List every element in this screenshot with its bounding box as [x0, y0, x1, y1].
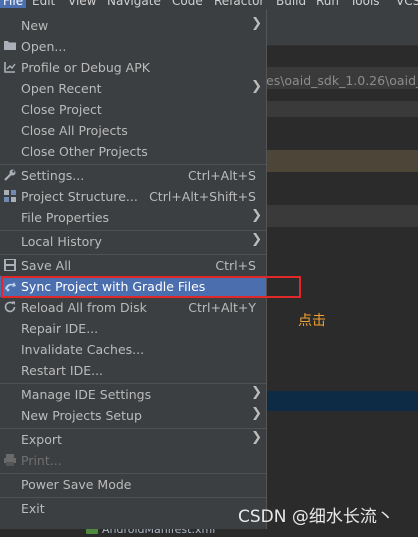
menu-item-invalidate-caches[interactable]: Invalidate Caches... [0, 339, 266, 360]
file-menu: New ❯ Open... Profile or Debug APK Open … [0, 9, 267, 529]
menu-item-file-properties[interactable]: File Properties ❯ [0, 207, 266, 228]
editor-row [266, 205, 418, 227]
menu-item-label: Save All [21, 258, 72, 273]
menu-item-shortcut: Ctrl+S [215, 258, 256, 273]
menu-item-print[interactable]: Print... [0, 450, 266, 471]
menu-item-local-history[interactable]: Local History ❯ [0, 231, 266, 252]
menu-item-close-all-projects[interactable]: Close All Projects [0, 120, 266, 141]
editor-path-text: es\oaid_sdk_1.0.26\oaid_s [266, 73, 418, 88]
menu-item-profile-apk[interactable]: Profile or Debug APK [0, 57, 266, 78]
menubar-view[interactable]: View [68, 0, 96, 8]
chevron-right-icon: ❯ [251, 208, 262, 223]
watermark: CSDN @细水长流丶 [238, 507, 394, 527]
editor-divider [266, 45, 418, 46]
reload-icon [3, 300, 17, 314]
menu-item-exit[interactable]: Exit [0, 498, 266, 519]
menu-item-save-all[interactable]: Save All Ctrl+S [0, 255, 266, 276]
menu-item-label: Open... [21, 39, 67, 54]
print-icon [3, 453, 17, 467]
menu-item-power-save[interactable]: Power Save Mode [0, 474, 266, 495]
menu-item-label: Profile or Debug APK [21, 60, 150, 75]
menu-item-label: Invalidate Caches... [21, 342, 145, 357]
menu-item-label: Open Recent [21, 81, 102, 96]
menu-item-manage-ide-settings[interactable]: Manage IDE Settings ❯ [0, 384, 266, 405]
menubar-code[interactable]: Code [172, 0, 203, 8]
menu-item-close-project[interactable]: Close Project [0, 99, 266, 120]
menubar-navigate[interactable]: Navigate [107, 0, 161, 8]
menubar-refactor[interactable]: Refactor [214, 0, 264, 8]
menu-item-close-other-projects[interactable]: Close Other Projects [0, 141, 266, 162]
menubar-vcs[interactable]: VCS [396, 0, 418, 8]
menu-item-label: New [21, 18, 49, 33]
menu-item-label: New Projects Setup [21, 408, 142, 423]
menu-item-shortcut: Ctrl+Alt+Shift+S [149, 189, 256, 204]
menu-item-label: Restart IDE... [21, 363, 104, 378]
menu-item-repair-ide[interactable]: Repair IDE... [0, 318, 266, 339]
menu-item-label: Close Other Projects [21, 144, 148, 159]
menu-item-export[interactable]: Export ❯ [0, 429, 266, 450]
menu-item-settings[interactable]: Settings... Ctrl+Alt+S [0, 165, 266, 186]
menu-item-label: Exit [21, 501, 45, 516]
menu-item-new-projects-setup[interactable]: New Projects Setup ❯ [0, 405, 266, 426]
editor-selected-row [266, 391, 418, 411]
chevron-right-icon: ❯ [251, 385, 262, 400]
menubar: File Edit View Navigate Code Refactor Bu… [0, 0, 418, 9]
chevron-right-icon: ❯ [251, 406, 262, 421]
folder-icon [3, 39, 17, 53]
chevron-right-icon: ❯ [251, 430, 262, 445]
menu-item-label: Export [21, 432, 62, 447]
chevron-right-icon: ❯ [251, 79, 262, 94]
menu-item-label: File Properties [21, 210, 110, 225]
project-structure-icon [3, 189, 17, 203]
menu-item-project-structure[interactable]: Project Structure... Ctrl+Alt+Shift+S [0, 186, 266, 207]
editor-warning-row [266, 150, 418, 172]
chevron-right-icon: ❯ [251, 16, 262, 31]
wrench-icon [3, 168, 17, 182]
editor-area: es\oaid_sdk_1.0.26\oaid_s AndroidManifes… [86, 9, 418, 536]
menu-item-label: Reload All from Disk [21, 300, 147, 315]
menu-item-open-recent[interactable]: Open Recent ❯ [0, 78, 266, 99]
menu-item-restart-ide[interactable]: Restart IDE... [0, 360, 266, 381]
chevron-right-icon: ❯ [251, 232, 262, 247]
annotation-click-label: 点击 [298, 313, 326, 329]
highlight-box [1, 276, 301, 298]
menubar-tools[interactable]: Tools [350, 0, 380, 8]
menu-item-label: Manage IDE Settings [21, 387, 152, 402]
menu-item-new[interactable]: New ❯ [0, 15, 266, 36]
profile-icon [3, 60, 17, 74]
menu-item-shortcut: Ctrl+Alt+Y [188, 300, 256, 315]
menubar-file[interactable]: File [0, 0, 27, 8]
menu-item-open[interactable]: Open... [0, 36, 266, 57]
menu-item-label: Print... [21, 453, 62, 468]
menu-item-label: Settings... [21, 168, 85, 183]
menubar-run[interactable]: Run [316, 0, 339, 8]
menu-item-shortcut: Ctrl+Alt+S [187, 168, 256, 183]
menubar-build[interactable]: Build [276, 0, 306, 8]
menubar-edit[interactable]: Edit [32, 0, 55, 8]
editor-tab-bar [266, 9, 418, 45]
editor-row [266, 101, 418, 117]
menu-item-label: Power Save Mode [21, 477, 132, 492]
save-icon [3, 258, 17, 272]
menu-item-label: Close Project [21, 102, 102, 117]
menu-item-label: Local History [21, 234, 102, 249]
menu-item-label: Project Structure... [21, 189, 138, 204]
menu-item-reload-disk[interactable]: Reload All from Disk Ctrl+Alt+Y [0, 297, 266, 318]
menu-item-label: Close All Projects [21, 123, 128, 138]
menu-item-label: Repair IDE... [21, 321, 99, 336]
